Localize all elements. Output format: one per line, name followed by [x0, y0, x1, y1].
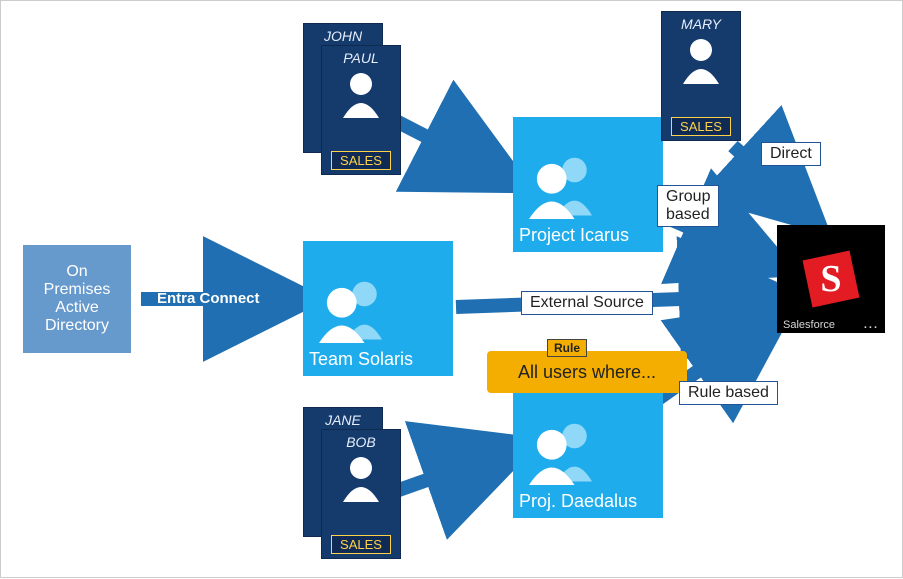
- user-name: PAUL: [343, 50, 379, 66]
- user-dept: SALES: [331, 151, 391, 170]
- user-avatar-icon: [340, 454, 382, 502]
- team-solaris-tile: Team Solaris: [303, 241, 453, 376]
- user-card-paul: PAUL SALES: [321, 45, 401, 175]
- rule-text: All users where...: [518, 362, 656, 382]
- user-card-mary: MARY SALES: [661, 11, 741, 141]
- group-icon: [519, 415, 609, 485]
- rule-box: All users where...: [487, 351, 687, 393]
- edge-label-group-based: Group based: [657, 185, 719, 227]
- group-icon: [519, 149, 609, 219]
- project-icarus-label: Project Icarus: [519, 225, 657, 246]
- proj-daedalus-label: Proj. Daedalus: [519, 491, 657, 512]
- onprem-ad-node: On Premises Active Directory: [23, 245, 131, 353]
- salesforce-app-tile[interactable]: S Salesforce ...: [777, 225, 885, 333]
- edge-label-direct: Direct: [761, 142, 821, 166]
- edge-label-rule-based: Rule based: [679, 381, 778, 405]
- user-name: MARY: [681, 16, 721, 32]
- team-solaris-label: Team Solaris: [309, 349, 447, 370]
- salesforce-icon: S: [799, 247, 863, 311]
- user-name: JANE: [325, 412, 361, 428]
- svg-text:S: S: [820, 258, 841, 300]
- user-dept: SALES: [671, 117, 731, 136]
- user-name: JOHN: [324, 28, 362, 44]
- user-name: BOB: [346, 434, 376, 450]
- app-name: Salesforce: [783, 319, 835, 331]
- user-avatar-icon: [680, 36, 722, 84]
- project-icarus-tile: Project Icarus: [513, 117, 663, 252]
- user-dept: SALES: [331, 535, 391, 554]
- entra-connect-label: Entra Connect: [157, 290, 260, 307]
- edge-label-external-source: External Source: [521, 291, 653, 315]
- user-card-bob: BOB SALES: [321, 429, 401, 559]
- onprem-ad-label: On Premises Active Directory: [31, 263, 123, 335]
- user-avatar-icon: [340, 70, 382, 118]
- group-icon: [309, 273, 399, 343]
- proj-daedalus-tile: Proj. Daedalus: [513, 383, 663, 518]
- rule-tag: Rule: [547, 339, 587, 357]
- app-menu-icon[interactable]: ...: [864, 319, 879, 331]
